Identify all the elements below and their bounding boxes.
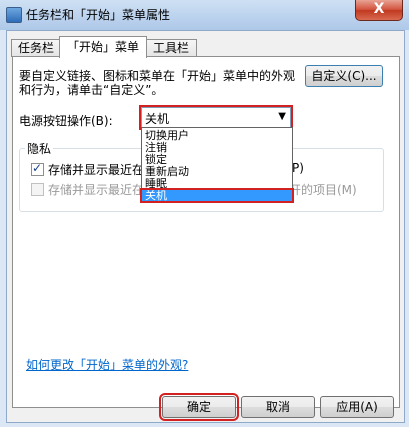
recent-items-label-tail: 开的项目(M) (289, 183, 357, 197)
privacy-label: 隐私 (25, 140, 54, 157)
recent-programs-label: 存储并显示最近在 (48, 163, 145, 177)
dialog-client: 任务栏 「开始」菜单 工具栏 要自定义链接、图标和菜单在「开始」菜单中的外观和行… (6, 30, 405, 423)
recent-programs-label-tail: P) (292, 161, 304, 175)
power-button-label: 电源按钮操作(B): (19, 114, 113, 128)
app-icon (6, 7, 22, 23)
power-select-value: 关机 (145, 112, 170, 126)
option-lock[interactable]: 锁定 (142, 154, 292, 165)
dropdown-arrow-icon: ▼ (278, 111, 286, 122)
option-log-off[interactable]: 注销 (142, 142, 292, 153)
cancel-button[interactable]: 取消 (241, 396, 315, 418)
option-switch-user[interactable]: 切换用户 (142, 130, 292, 141)
tab-taskbar[interactable]: 任务栏 (11, 39, 61, 57)
window-title: 任务栏和「开始」菜单属性 (26, 8, 171, 22)
title-bar: 任务栏和「开始」菜单属性 X (0, 0, 409, 30)
description-text: 要自定义链接、图标和菜单在「开始」菜单中的外观和行为，请单击“自定义”。 (19, 69, 296, 97)
customize-button[interactable]: 自定义(C)... (305, 65, 383, 87)
apply-button[interactable]: 应用(A) (320, 396, 394, 418)
power-options-list: 切换用户 注销 锁定 重新启动 睡眠 关机 (140, 127, 294, 203)
tab-start-menu[interactable]: 「开始」菜单 (59, 36, 147, 58)
close-button[interactable]: X (355, 0, 403, 21)
recent-items-checkbox[interactable] (31, 183, 44, 196)
option-restart[interactable]: 重新启动 (142, 166, 292, 177)
help-link[interactable]: 如何更改「开始」菜单的外观? (26, 356, 188, 373)
tab-toolbars[interactable]: 工具栏 (145, 39, 197, 57)
power-action-select[interactable]: 关机 ▼ (139, 105, 293, 130)
option-sleep[interactable]: 睡眠 (142, 178, 292, 189)
recent-items-label: 存储并显示最近在 (48, 183, 145, 197)
ok-button[interactable]: 确定 (159, 393, 239, 421)
recent-programs-checkbox[interactable] (31, 161, 44, 176)
option-shut-down[interactable]: 关机 (140, 188, 294, 203)
